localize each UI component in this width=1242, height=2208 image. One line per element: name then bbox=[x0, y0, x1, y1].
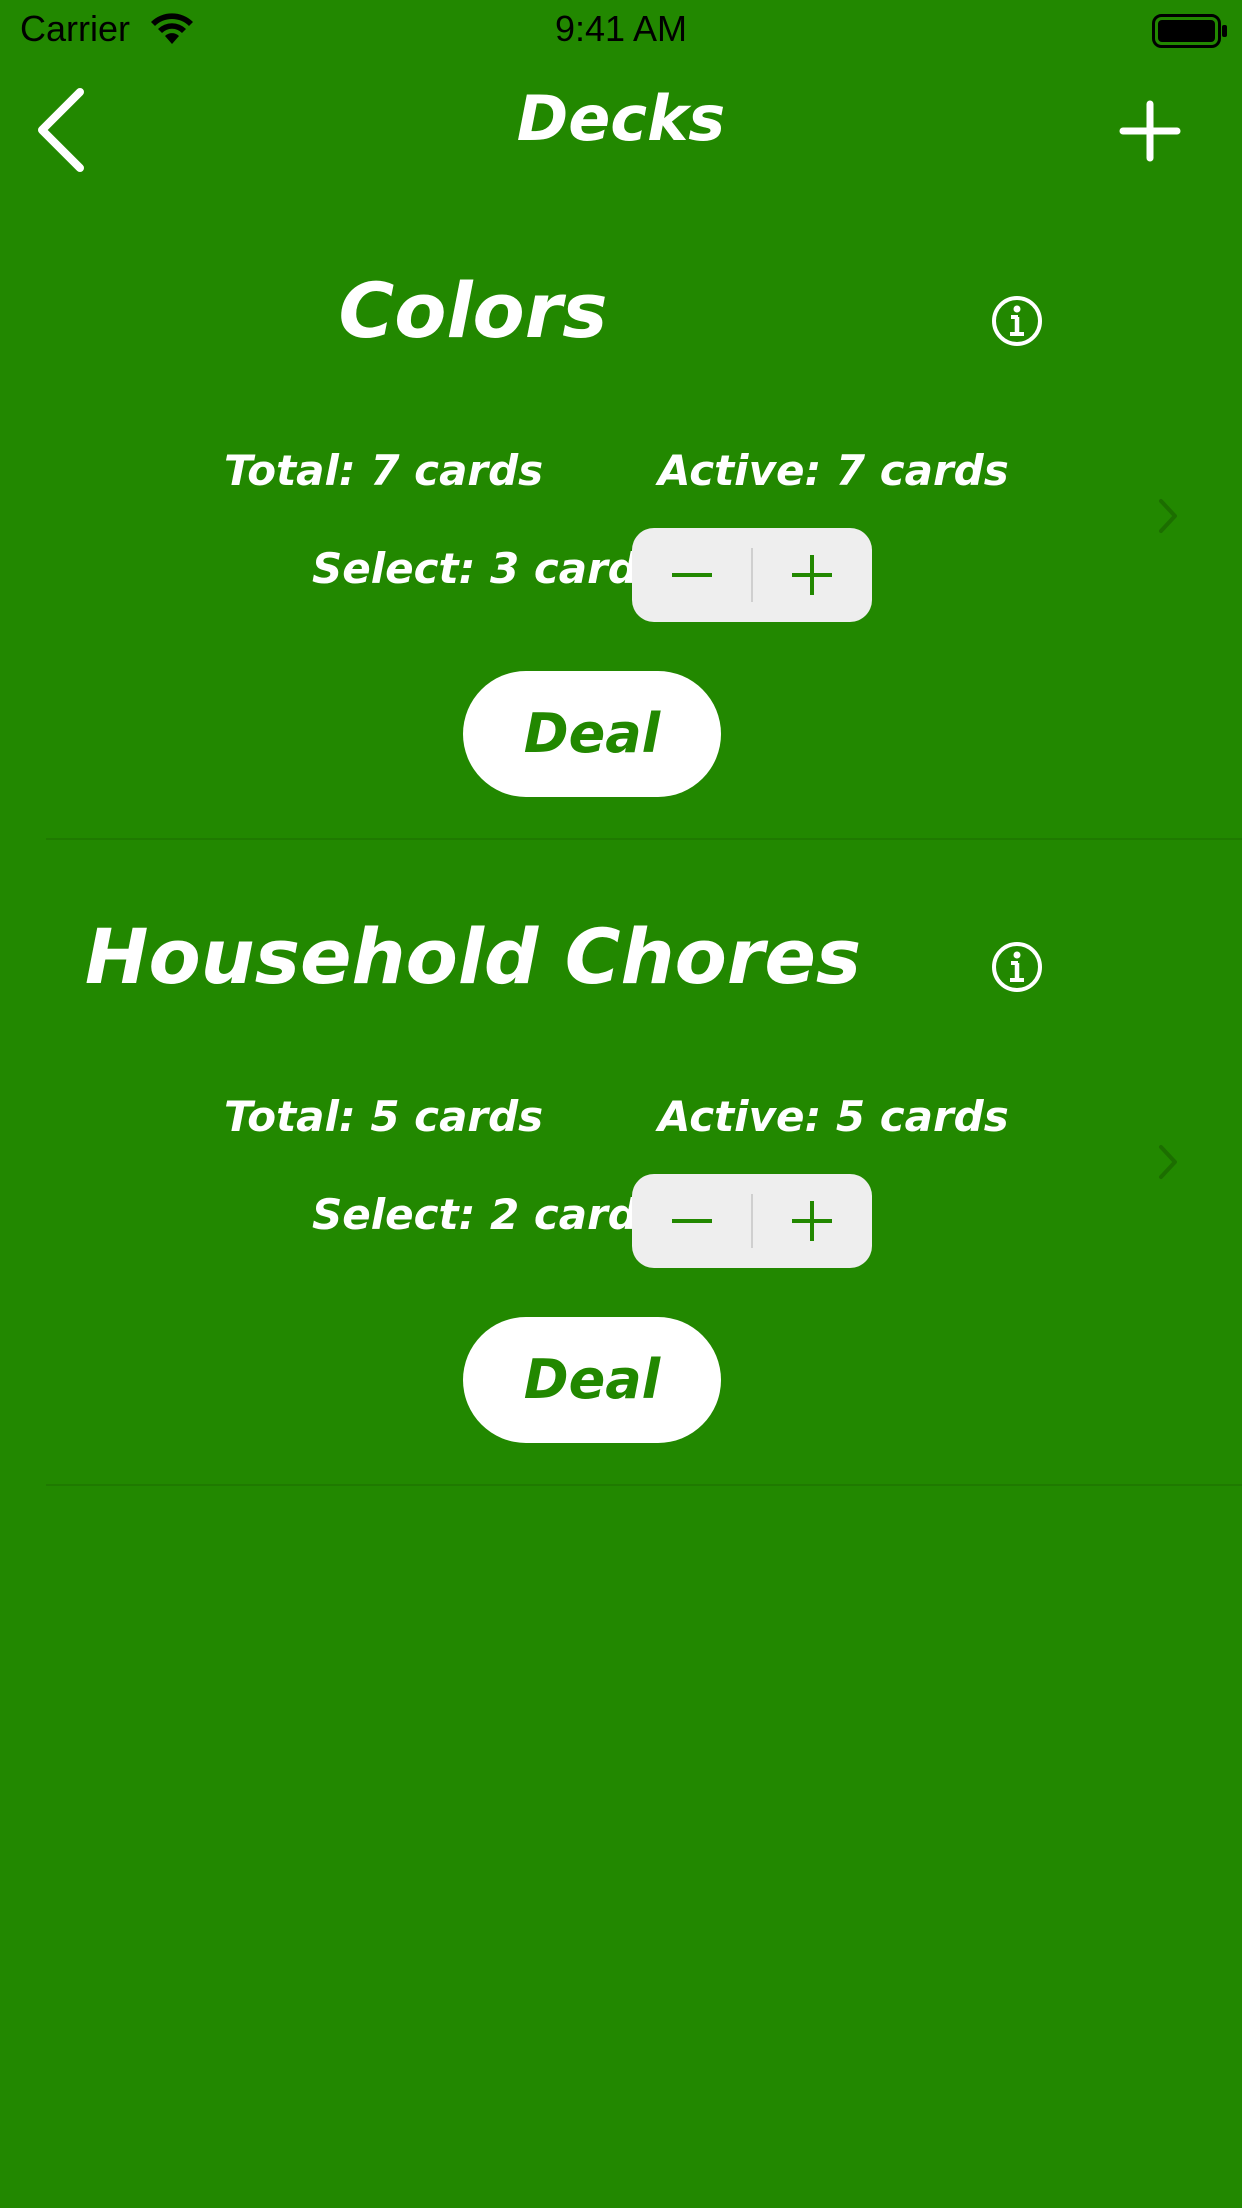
plus-icon bbox=[1119, 100, 1181, 162]
minus-icon bbox=[672, 1219, 712, 1223]
decrement-button[interactable] bbox=[632, 1174, 752, 1268]
deck-info-button[interactable] bbox=[990, 940, 1044, 994]
plus-icon bbox=[792, 1201, 832, 1241]
decrement-button[interactable] bbox=[632, 528, 752, 622]
info-icon bbox=[992, 942, 1042, 992]
deck-row[interactable]: Colors Total: 7 cards Active: 7 cards Se… bbox=[0, 194, 1242, 840]
deck-active-count: Active: 5 cards bbox=[658, 1092, 1009, 1141]
select-count-stepper[interactable] bbox=[632, 1174, 872, 1268]
deck-info-button[interactable] bbox=[990, 294, 1044, 348]
plus-icon bbox=[792, 555, 832, 595]
chevron-right-icon bbox=[1159, 499, 1177, 533]
minus-icon bbox=[672, 573, 712, 577]
add-deck-button[interactable] bbox=[1110, 90, 1190, 170]
select-count-stepper[interactable] bbox=[632, 528, 872, 622]
chevron-right-icon bbox=[1159, 1145, 1177, 1179]
deck-title: Household Chores bbox=[84, 912, 862, 1001]
status-bar: Carrier 9:41 AM bbox=[0, 0, 1242, 60]
deal-button[interactable]: Deal bbox=[463, 671, 721, 797]
increment-button[interactable] bbox=[752, 528, 872, 622]
status-time: 9:41 AM bbox=[554, 8, 688, 49]
deck-select-count: Select: 3 cards bbox=[312, 544, 663, 593]
deck-title: Colors bbox=[338, 266, 608, 355]
deal-button[interactable]: Deal bbox=[463, 1317, 721, 1443]
info-icon bbox=[992, 296, 1042, 346]
deck-select-count: Select: 2 cards bbox=[312, 1190, 663, 1239]
deck-total-count: Total: 5 cards bbox=[224, 1092, 544, 1141]
page-title: Decks bbox=[516, 82, 726, 155]
increment-button[interactable] bbox=[752, 1174, 872, 1268]
row-separator bbox=[46, 1484, 1242, 1486]
battery-icon bbox=[1152, 14, 1227, 48]
deck-row[interactable]: Household Chores Total: 5 cards Active: … bbox=[0, 840, 1242, 1486]
deck-active-count: Active: 7 cards bbox=[658, 446, 1009, 495]
deck-total-count: Total: 7 cards bbox=[224, 446, 544, 495]
navigation-bar: Decks bbox=[0, 60, 1242, 180]
